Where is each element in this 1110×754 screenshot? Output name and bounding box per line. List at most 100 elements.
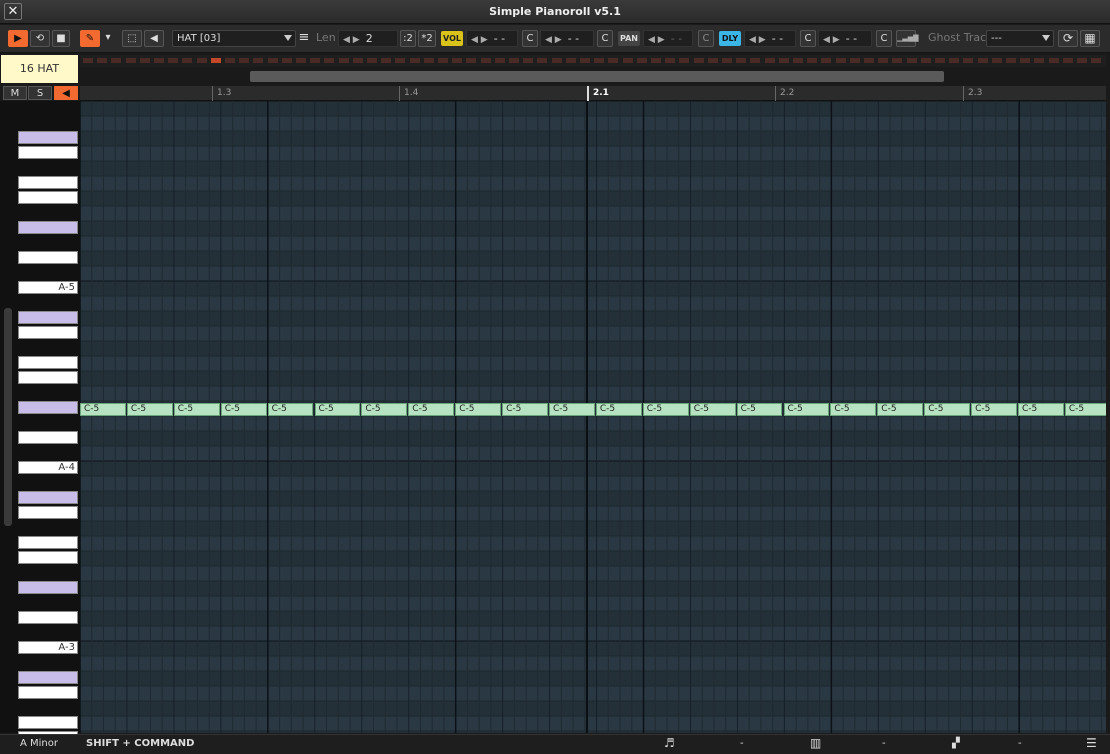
white-key[interactable]: A-5 (18, 281, 78, 294)
menu-icon[interactable]: ≡ (297, 30, 311, 47)
speaker-icon[interactable]: ◀ (54, 86, 78, 100)
pencil-menu-icon[interactable]: ▾ (101, 30, 115, 47)
note[interactable]: C-5 (361, 403, 408, 416)
white-key[interactable] (18, 176, 78, 189)
arrows-icon[interactable]: ◀ ▶ (343, 35, 360, 45)
note[interactable]: C-5 (642, 403, 689, 416)
vel-clear-button[interactable]: C (597, 30, 613, 47)
arrows-icon[interactable]: ◀ ▶ (648, 35, 665, 45)
grid-icon[interactable]: ▦ (1080, 30, 1100, 47)
note[interactable]: C-5 (830, 403, 877, 416)
note[interactable]: C-5 (595, 403, 642, 416)
note[interactable]: C-5 (1018, 403, 1064, 416)
white-key[interactable] (18, 191, 78, 204)
note[interactable]: C-5 (736, 403, 783, 416)
note[interactable]: C-5 (80, 403, 126, 416)
pan-stepper[interactable]: ◀ ▶ - - (643, 30, 693, 47)
note[interactable]: C-5 (549, 403, 595, 416)
white-key[interactable] (18, 686, 78, 699)
piano-keyboard[interactable]: A-5 A-4 A-3 (0, 101, 80, 744)
scale-label[interactable]: A Minor (20, 738, 58, 749)
step-cell (1048, 58, 1059, 63)
note-icon[interactable]: ♬ (664, 736, 675, 750)
track-name[interactable]: 16 HAT (1, 55, 78, 83)
dly-toggle[interactable]: DLY (719, 31, 741, 46)
white-key[interactable] (18, 716, 78, 729)
white-key[interactable] (18, 581, 78, 594)
white-key[interactable] (18, 311, 78, 324)
note[interactable]: C-5 (455, 403, 502, 416)
note[interactable]: C-5 (126, 403, 173, 416)
white-key[interactable] (18, 401, 78, 414)
len-stepper[interactable]: ◀ ▶ 2 (338, 30, 398, 47)
piano-icon[interactable]: ▥ (810, 736, 821, 750)
white-key[interactable] (18, 146, 78, 159)
white-key[interactable] (18, 611, 78, 624)
arrows-icon[interactable]: ◀ ▶ (545, 35, 562, 45)
step-cell (864, 58, 874, 63)
white-key[interactable] (18, 536, 78, 549)
loop-icon[interactable]: ⟲ (30, 30, 50, 47)
note[interactable]: C-5 (314, 403, 361, 416)
note[interactable]: C-5 (502, 403, 548, 416)
ghost-track-select[interactable]: --- (986, 30, 1054, 47)
note[interactable]: C-5 (971, 403, 1017, 416)
timeline-ruler[interactable]: 1.3 1.4 2.1 2.2 2.3 (80, 86, 1106, 101)
menu-icon[interactable]: ☰ (1086, 736, 1097, 750)
white-key[interactable] (18, 506, 78, 519)
step-cell (622, 58, 633, 63)
white-key[interactable] (18, 251, 78, 264)
white-key[interactable] (18, 371, 78, 384)
note[interactable]: C-5 (408, 403, 455, 416)
arrows-icon[interactable]: ◀ ▶ (471, 35, 488, 45)
note[interactable]: C-5 (783, 403, 830, 416)
note[interactable]: C-5 (220, 403, 267, 416)
vol-clear-button[interactable]: C (522, 30, 538, 47)
refresh-icon[interactable]: ⟳ (1058, 30, 1078, 47)
white-key[interactable] (18, 326, 78, 339)
dly-stepper[interactable]: ◀ ▶ - - (744, 30, 796, 47)
white-key[interactable] (18, 551, 78, 564)
white-key[interactable] (18, 671, 78, 684)
divide-button[interactable]: :2 (400, 30, 416, 47)
note[interactable]: C-5 (689, 403, 736, 416)
white-key[interactable]: A-3 (18, 641, 78, 654)
pan-clear-button[interactable]: C (698, 30, 714, 47)
white-key[interactable] (18, 221, 78, 234)
dly-clear-button[interactable]: C (800, 30, 816, 47)
arrows-icon[interactable]: ◀ ▶ (823, 35, 840, 45)
vel-stepper[interactable]: ◀ ▶ - - (540, 30, 594, 47)
offset-stepper[interactable]: ◀ ▶ - - (818, 30, 872, 47)
offset-clear-button[interactable]: C (876, 30, 892, 47)
play-icon[interactable]: ▶ (8, 30, 28, 47)
note[interactable]: C-5 (877, 403, 924, 416)
pattern-select[interactable]: HAT [03] (172, 30, 296, 47)
select-icon[interactable]: ⬚ (122, 30, 142, 47)
scrollbar-thumb[interactable] (250, 71, 944, 82)
note-grid[interactable]: C-5 C-5 C-5 C-5 C-5 C-5 C-5 C-5 C-5 C-5 C-5 C-5 C-5 C… (80, 101, 1106, 733)
white-key[interactable] (18, 431, 78, 444)
note[interactable]: C-5 (924, 403, 971, 416)
mute-button[interactable]: M (3, 86, 27, 100)
vol-toggle[interactable]: VOL (441, 31, 463, 46)
pattern-select-value: HAT [03] (177, 33, 221, 44)
speaker-icon[interactable]: ◀ (144, 30, 164, 47)
arrows-icon[interactable]: ◀ ▶ (749, 35, 766, 45)
note[interactable]: C-5 (1064, 403, 1106, 416)
note[interactable]: C-5 (173, 403, 220, 416)
white-key[interactable] (18, 491, 78, 504)
bars-icon[interactable]: ▁▃▅▇ (896, 30, 919, 47)
vertical-scrollbar[interactable] (4, 308, 12, 526)
vol-stepper[interactable]: ◀ ▶ - - (466, 30, 518, 47)
pan-toggle[interactable]: PAN (618, 31, 640, 46)
pencil-icon[interactable]: ✎ (80, 30, 100, 47)
snap-icon[interactable]: ▞ (952, 738, 960, 749)
note[interactable]: C-5 (267, 403, 314, 416)
white-key[interactable] (18, 131, 78, 144)
multiply-button[interactable]: *2 (418, 30, 436, 47)
white-key[interactable]: A-4 (18, 461, 78, 474)
step-cell (849, 58, 860, 63)
solo-button[interactable]: S (28, 86, 52, 100)
white-key[interactable] (18, 356, 78, 369)
stop-icon[interactable]: ■ (52, 30, 70, 47)
